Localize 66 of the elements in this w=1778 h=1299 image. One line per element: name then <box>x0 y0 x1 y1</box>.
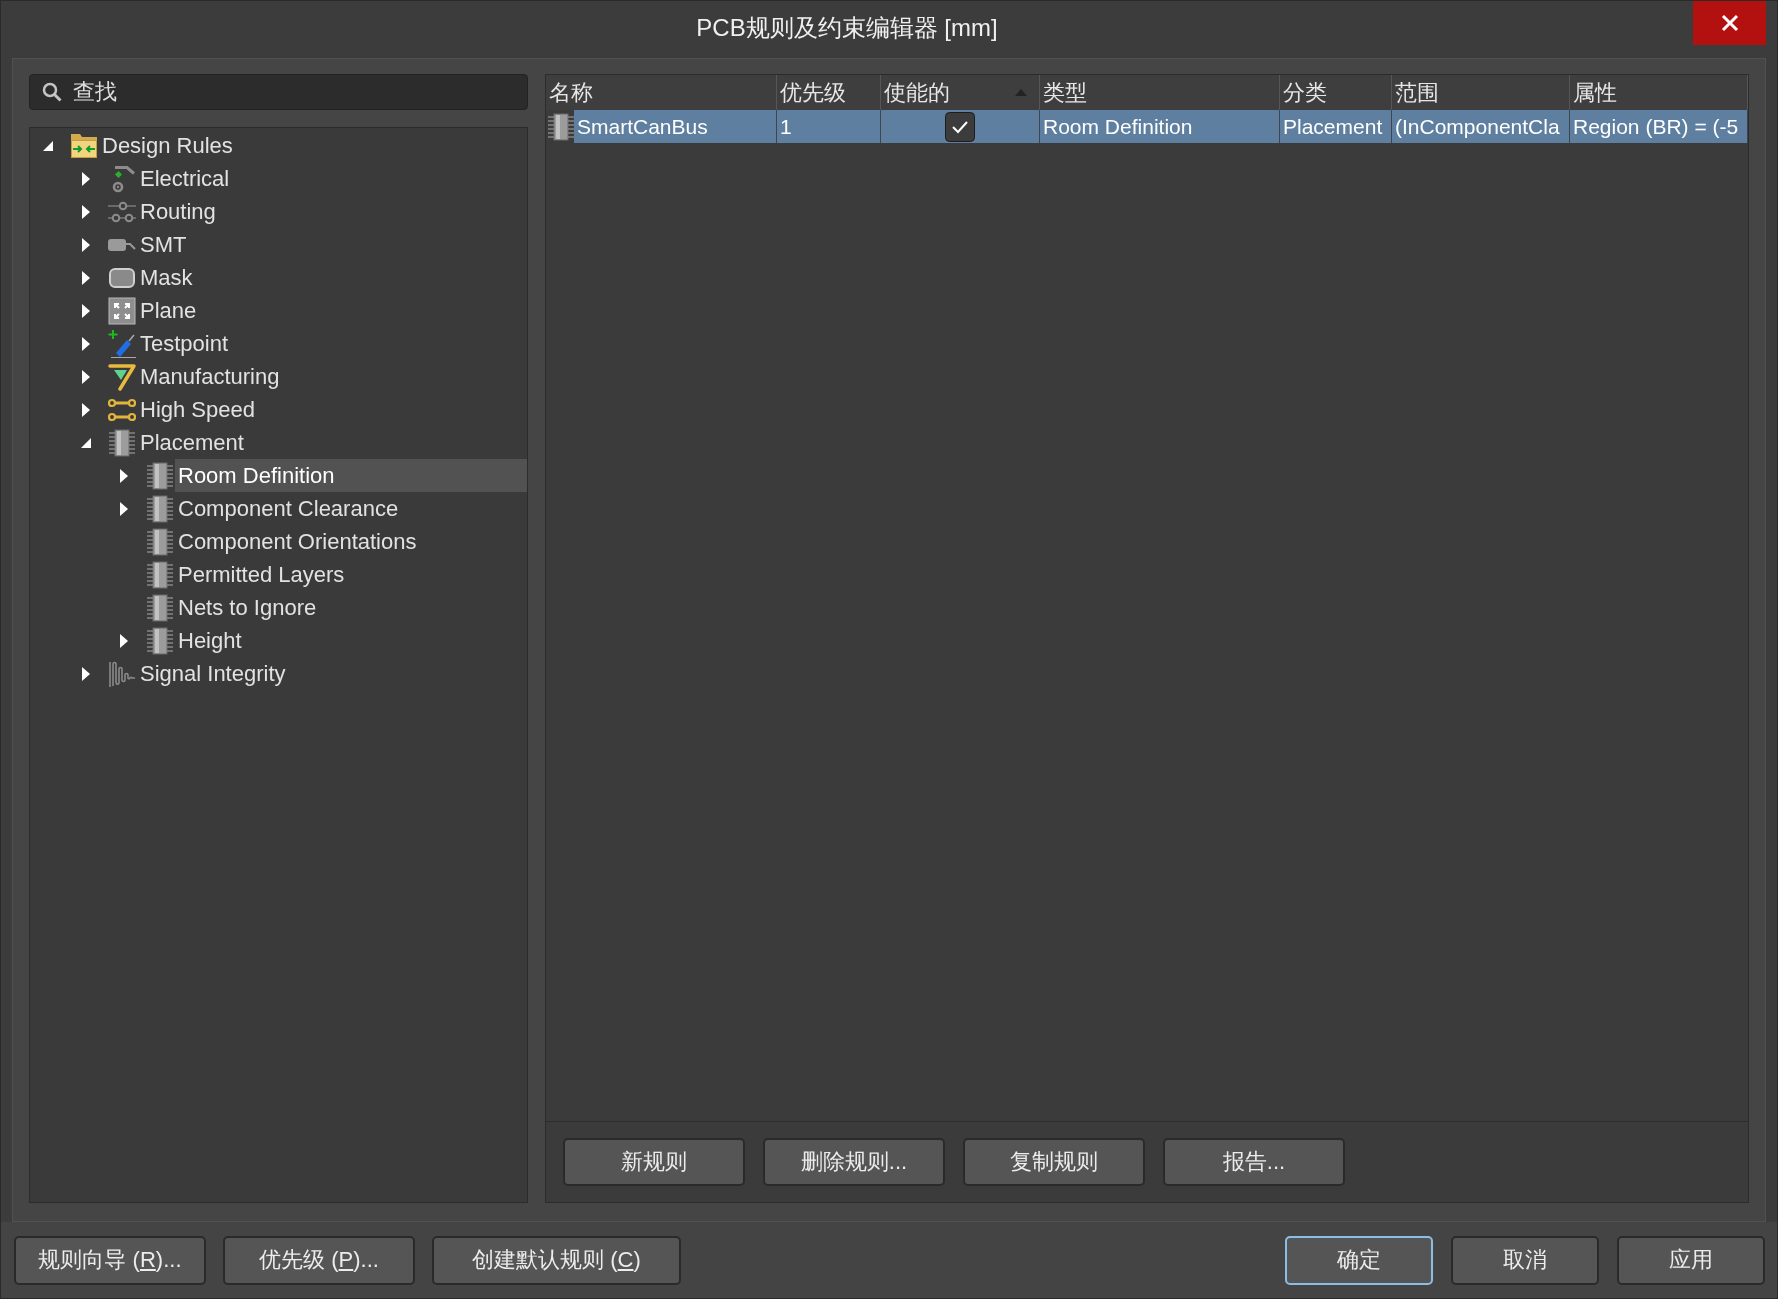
tree-item[interactable]: Plane <box>137 294 527 327</box>
caret-right-icon[interactable] <box>82 402 90 417</box>
tree-item[interactable]: Manufacturing <box>137 360 527 393</box>
probe-pen-icon <box>108 329 136 358</box>
chip-icon <box>146 626 174 655</box>
tree-item[interactable]: Mask <box>137 261 527 294</box>
caret-down-icon[interactable] <box>81 437 91 448</box>
tree-item[interactable]: Signal Integrity <box>137 657 527 690</box>
dialog-button[interactable]: 规则向导 (R)... <box>14 1235 206 1285</box>
caret-right-icon[interactable] <box>82 369 90 384</box>
tree-item[interactable]: Height <box>175 624 527 657</box>
table-cell: Region (BR) = (-5 <box>1573 114 1739 139</box>
panel-button[interactable]: 复制规则 <box>963 1138 1145 1186</box>
table-row[interactable]: SmartCanBus 1 Room Definition Placement (InComponentCla Region (BR) = (-5 <box>546 110 1748 143</box>
tree-item[interactable]: Permitted Layers <box>175 558 527 591</box>
tree-item[interactable]: Placement <box>137 426 527 459</box>
table-cell: Placement <box>1283 114 1383 139</box>
panel-button[interactable]: 新规则 <box>563 1138 745 1186</box>
chip-icon <box>146 461 174 490</box>
dialog-button[interactable]: 优先级 (P)... <box>223 1235 415 1285</box>
caret-down-icon[interactable] <box>43 140 53 151</box>
caret-right-icon[interactable] <box>82 336 90 351</box>
caret-right-icon[interactable] <box>82 171 90 186</box>
chip-icon <box>146 527 174 556</box>
tree-item[interactable]: Design Rules <box>99 129 527 162</box>
tree-item[interactable]: High Speed <box>137 393 527 426</box>
chip-icon <box>146 560 174 589</box>
close-button[interactable] <box>1693 1 1766 45</box>
table-cell: Room Definition <box>1043 114 1193 139</box>
panel-button[interactable]: 删除规则... <box>763 1138 945 1186</box>
dialog-button[interactable]: 创建默认规则 (C) <box>432 1235 681 1285</box>
tree-item[interactable]: Component Clearance <box>175 492 527 525</box>
table-cell: SmartCanBus <box>577 114 708 139</box>
caret-right-icon[interactable] <box>82 303 90 318</box>
caret-right-icon[interactable] <box>82 204 90 219</box>
search-field[interactable]: 查找 <box>29 74 528 110</box>
caret-right-icon[interactable] <box>82 237 90 252</box>
search-icon <box>42 82 62 102</box>
tree-item[interactable]: SMT <box>137 228 527 261</box>
tree-item[interactable]: Room Definition <box>175 459 527 492</box>
tree-item[interactable]: Nets to Ignore <box>175 591 527 624</box>
table-cell: (InComponentCla <box>1395 114 1560 139</box>
caret-right-icon[interactable] <box>120 468 128 483</box>
caret-right-icon[interactable] <box>120 633 128 648</box>
dialog-button[interactable]: 取消 <box>1451 1235 1599 1285</box>
checkbox[interactable] <box>945 111 975 142</box>
chip-icon <box>146 494 174 523</box>
tree-item[interactable]: Component Orientations <box>175 525 527 558</box>
chip-icon <box>146 593 174 622</box>
close-icon <box>1720 14 1739 32</box>
window-title: PCB规则及约束编辑器 [mm] <box>695 13 999 43</box>
chip-icon <box>108 428 136 457</box>
caret-right-icon[interactable] <box>82 666 90 681</box>
tree-item[interactable]: Testpoint <box>137 327 527 360</box>
panel-button[interactable]: 报告... <box>1163 1138 1345 1186</box>
waveform-icon <box>108 659 136 688</box>
dialog-button[interactable]: 确定 <box>1285 1235 1433 1285</box>
tree-item[interactable]: Electrical <box>137 162 527 195</box>
folder-icon <box>70 131 98 160</box>
caret-right-icon[interactable] <box>82 270 90 285</box>
caret-right-icon[interactable] <box>120 501 128 516</box>
dialog-button[interactable]: 应用 <box>1617 1235 1765 1285</box>
arrows-square-icon <box>108 296 136 325</box>
table-cell: 1 <box>780 114 792 139</box>
tree-item[interactable]: Routing <box>137 195 527 228</box>
triangle-ruler-icon <box>108 362 136 391</box>
